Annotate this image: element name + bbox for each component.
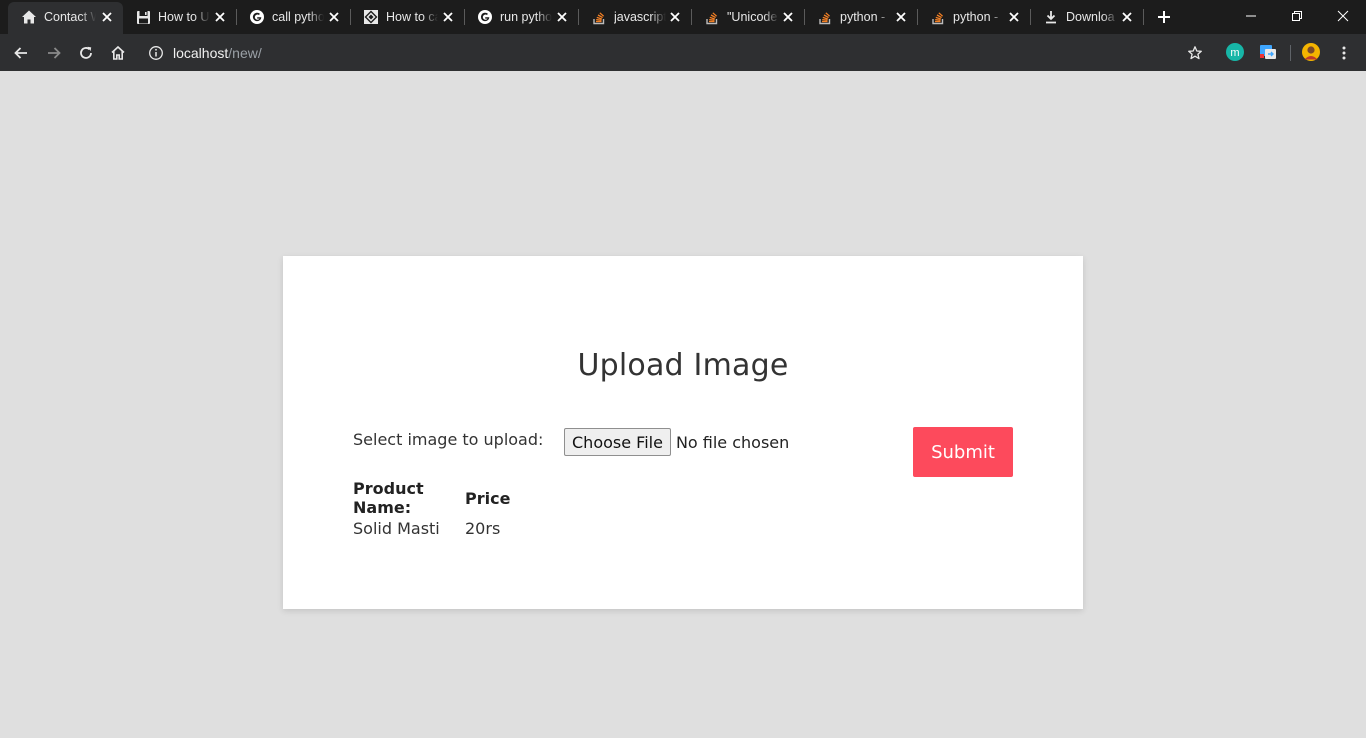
upload-card: Upload Image Select image to upload: Cho… [283, 256, 1083, 609]
tab-title: python - [953, 10, 999, 24]
google-icon [477, 9, 493, 25]
tab-title: How to U [158, 10, 210, 24]
tab-run-python[interactable]: run pytho [464, 0, 578, 34]
tab-unicode[interactable]: "Unicode [691, 0, 804, 34]
minimize-button[interactable] [1240, 5, 1262, 27]
tab-title: "Unicode [727, 10, 778, 24]
tab-title: javascript [614, 10, 666, 24]
tab-python-1[interactable]: python - [804, 0, 917, 34]
tab-call-python[interactable]: call pytho [236, 0, 350, 34]
new-tab-button[interactable] [1153, 7, 1175, 27]
file-input[interactable]: Choose File No file chosen [564, 428, 789, 456]
avatar[interactable] [1302, 43, 1320, 61]
close-icon[interactable] [1006, 9, 1022, 25]
svg-text:m: m [1230, 47, 1239, 59]
close-icon [1337, 10, 1349, 22]
tab-python-2[interactable]: python - [917, 0, 1030, 34]
choose-file-button[interactable]: Choose File [564, 428, 671, 456]
close-icon[interactable] [326, 9, 342, 25]
file-label: Select image to upload: [353, 430, 544, 449]
download-icon [1043, 9, 1059, 25]
tab-title: How to ca [386, 10, 438, 24]
arrow-right-icon [48, 47, 61, 59]
tab-javascript[interactable]: javascript [578, 0, 691, 34]
url-host: localhost [173, 45, 229, 61]
product-name-cell: Solid Masti [353, 518, 440, 538]
extension-cast-icon[interactable] [1259, 43, 1277, 61]
reload-button[interactable] [75, 42, 97, 64]
file-status: No file chosen [675, 432, 790, 452]
tab-title: Downloa [1066, 10, 1115, 24]
restore-button[interactable] [1286, 5, 1308, 27]
toolbar-divider [1290, 45, 1291, 61]
plus-icon [1158, 11, 1170, 23]
url-path: /new/ [228, 45, 262, 61]
tab-download[interactable]: Downloa [1030, 0, 1143, 34]
star-icon [1188, 46, 1202, 60]
column-header: Price [465, 488, 511, 508]
stackoverflow-icon [817, 9, 833, 25]
menu-button[interactable] [1333, 42, 1355, 64]
home-icon [21, 9, 37, 25]
close-icon[interactable] [667, 9, 683, 25]
tab-how-to-u[interactable]: How to U [122, 0, 236, 34]
page-title: Upload Image [577, 348, 789, 383]
google-icon [249, 9, 265, 25]
info-icon[interactable] [148, 45, 164, 61]
price-cell: 20rs [465, 518, 501, 538]
forward-button[interactable] [43, 42, 65, 64]
product-table: Product Name: Price Solid Masti 20rs [353, 479, 510, 539]
tab-separator [1143, 9, 1144, 25]
tab-strip: Contact W How to U call pytho How to ca [0, 0, 1366, 34]
diamond-icon [363, 9, 379, 25]
restore-icon [1292, 11, 1302, 21]
table-row: Solid Masti 20rs [353, 517, 510, 539]
close-icon[interactable] [893, 9, 909, 25]
close-icon[interactable] [780, 9, 796, 25]
extension-m-icon[interactable]: m [1226, 43, 1244, 61]
close-icon[interactable] [212, 9, 228, 25]
browser-toolbar: localhost/new/ m [0, 34, 1366, 71]
close-icon[interactable] [440, 9, 456, 25]
home-icon [111, 45, 125, 60]
stackoverflow-icon [930, 9, 946, 25]
kebab-menu-icon [1342, 46, 1346, 60]
reload-icon [80, 46, 92, 59]
bookmark-button[interactable] [1184, 42, 1206, 64]
home-button[interactable] [107, 42, 129, 64]
tab-title: Contact W [44, 10, 96, 24]
stackoverflow-icon [591, 9, 607, 25]
back-button[interactable] [10, 42, 32, 64]
tab-title: python - [840, 10, 886, 24]
minimize-icon [1246, 15, 1256, 17]
close-icon[interactable] [1119, 9, 1135, 25]
table-header-row: Product Name: Price [353, 479, 510, 517]
close-icon[interactable] [99, 9, 115, 25]
arrow-left-icon [14, 47, 27, 59]
tab-how-to-ca[interactable]: How to ca [350, 0, 464, 34]
floppy-icon [135, 9, 151, 25]
close-icon[interactable] [554, 9, 570, 25]
submit-button[interactable]: Submit [913, 427, 1013, 477]
column-header: Product Name: [353, 479, 424, 517]
tab-contact[interactable]: Contact W [8, 2, 123, 34]
tab-title: call pytho [272, 10, 324, 24]
stackoverflow-icon [704, 9, 720, 25]
tab-title: run pytho [500, 10, 552, 24]
close-window-button[interactable] [1332, 5, 1354, 27]
address-bar[interactable]: localhost/new/ [148, 42, 262, 64]
